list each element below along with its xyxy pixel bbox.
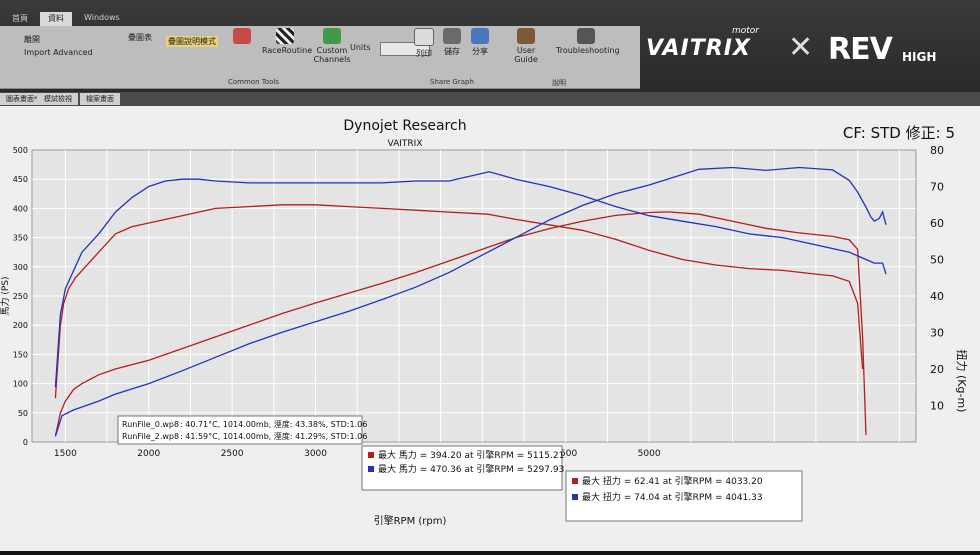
y-right-tick-label: 10	[930, 400, 944, 413]
y-left-tick-label: 250	[13, 292, 28, 301]
y-left-tick-label: 200	[13, 321, 28, 330]
legend-max-hp-run0: 最大 馬力 = 394.20 at 引擎RPM = 5115.21	[378, 449, 564, 461]
chart-area: Dynojet Research VAITRIX CF: STD 修正: 5 1…	[0, 106, 980, 551]
logo-motor: motor	[732, 26, 760, 36]
x-tick-label: 3000	[304, 449, 327, 459]
logo-rev: REV	[828, 32, 893, 67]
tab-data[interactable]: 資料	[40, 12, 72, 26]
legend-marker-blue	[368, 466, 374, 472]
document-tabs: 圖表畫面* 模試檢視 檔案畫面	[0, 92, 980, 106]
y-right-tick-label: 30	[930, 327, 944, 340]
overlay-mode-button[interactable]: 疊圖說明模式	[166, 36, 218, 47]
print-button[interactable]: 列印	[412, 28, 436, 59]
group-help: 說明	[552, 79, 566, 87]
leave-button[interactable]: 離開	[24, 34, 40, 45]
brand-logos: motor VAITRIX ✕ REV HIGH	[640, 14, 980, 84]
tab-main[interactable]: 首頁	[4, 12, 36, 26]
legend-marker-blue	[572, 494, 578, 500]
custom-channels-label: Custom Channels	[313, 46, 351, 64]
y-left-axis-label: 馬力 (PS)	[0, 276, 11, 315]
ribbon-body: Import Advanced 離開 疊圖表 疊圖說明模式 RaceRoutin…	[0, 26, 640, 89]
share-icon	[471, 28, 489, 44]
y-left-tick-label: 150	[13, 350, 28, 359]
y-right-tick-label: 70	[930, 181, 944, 194]
legend-marker-red	[572, 478, 578, 484]
group-common-tools: Common Tools	[228, 78, 279, 86]
troubleshooting-button[interactable]: Troubleshooting	[556, 28, 620, 55]
legend-max-hp-run2: 最大 馬力 = 470.36 at 引擎RPM = 5297.93	[378, 463, 564, 475]
legend-run2-file: RunFile_2.wp8	[122, 432, 179, 441]
x-tick-label: 1500	[54, 449, 77, 459]
chart-title: Dynojet Research	[343, 118, 466, 134]
stack-chart-button[interactable]: 疊圖表	[128, 32, 152, 43]
y-left-tick-label: 50	[18, 409, 28, 418]
user-guide-label: User Guide	[514, 46, 538, 64]
x-axis-label: 引擎RPM (rpm)	[374, 514, 447, 527]
x-tick-label: 2000	[137, 449, 160, 459]
wrench-icon	[577, 28, 595, 44]
doc-tab-file[interactable]: 檔案畫面	[80, 93, 120, 105]
save-button[interactable]: 儲存	[440, 28, 464, 57]
y-right-tick-label: 40	[930, 290, 944, 303]
y-left-tick-label: 500	[13, 146, 28, 155]
y-right-axis-label: 扭力 (Kg-m)	[955, 350, 969, 413]
y-left-tick-label: 350	[13, 234, 28, 243]
checkered-flag-icon	[276, 28, 294, 44]
book-icon	[517, 28, 535, 44]
y-left-tick-label: 450	[13, 175, 28, 184]
plus-icon	[323, 28, 341, 44]
chart-subtitle: VAITRIX	[388, 139, 423, 149]
units-label: Units	[350, 43, 371, 52]
legend-run2-text: : 41.59°C, 1014.00mb, 溼度: 41.29%, STD:1.…	[180, 431, 367, 441]
doc-tab-view[interactable]: 模試檢視	[38, 93, 78, 105]
ribbon-toolbar: 首頁 資料 Windows Import Advanced 離開 疊圖表 疊圖說…	[0, 0, 980, 92]
print-label: 列印	[416, 49, 432, 58]
cf-label: CF: STD 修正: 5	[843, 124, 955, 142]
x-tick-label: 5000	[638, 449, 661, 459]
ribbon-tabs: 首頁 資料 Windows	[0, 12, 128, 26]
custom-channels-button[interactable]: Custom Channels	[312, 28, 352, 64]
share-label: 分享	[472, 47, 488, 56]
y-left-tick-label: 400	[13, 204, 28, 213]
printer-icon	[414, 28, 434, 46]
share-button[interactable]: 分享	[468, 28, 492, 57]
y-right-tick-label: 50	[930, 254, 944, 267]
save-label: 儲存	[444, 47, 460, 56]
x-tick-label: 2500	[221, 449, 244, 459]
common-tool-button[interactable]	[222, 28, 262, 46]
logo-separator: ✕	[788, 30, 814, 65]
user-guide-button[interactable]: User Guide	[504, 28, 548, 64]
y-left-tick-label: 100	[13, 380, 28, 389]
y-left-tick-label: 300	[13, 263, 28, 272]
logo-vaitrix: VAITRIX	[646, 36, 751, 61]
legend-max-tq-run2: 最大 扭力 = 74.04 at 引擎RPM = 4041.33	[582, 491, 763, 503]
doc-tab-chart[interactable]: 圖表畫面*	[0, 93, 44, 105]
import-advanced-button[interactable]: Import Advanced	[24, 48, 93, 57]
race-routine-label: RaceRoutine	[262, 46, 313, 55]
logo-high: HIGH	[902, 50, 937, 64]
legend-marker-red	[368, 452, 374, 458]
save-icon	[443, 28, 461, 44]
y-right-tick-label: 60	[930, 217, 944, 230]
race-routine-button[interactable]: RaceRoutine	[262, 28, 312, 55]
dyno-chart: Dynojet Research VAITRIX CF: STD 修正: 5 1…	[0, 118, 969, 527]
y-right-tick-label: 20	[930, 363, 944, 376]
tab-windows[interactable]: Windows	[76, 12, 128, 26]
y-left-tick-label: 0	[23, 438, 28, 447]
legend-run0-text: : 40.71°C, 1014.00mb, 溼度: 43.38%, STD:1.…	[180, 419, 367, 429]
troubleshooting-label: Troubleshooting	[556, 46, 620, 55]
group-share-graph: Share Graph	[430, 78, 474, 86]
gear-icon	[233, 28, 251, 44]
legend-max-tq-run0: 最大 扭力 = 62.41 at 引擎RPM = 4033.20	[582, 475, 763, 487]
legend-run0-file: RunFile_0.wp8	[122, 420, 179, 429]
y-right-tick-label: 80	[930, 144, 944, 157]
